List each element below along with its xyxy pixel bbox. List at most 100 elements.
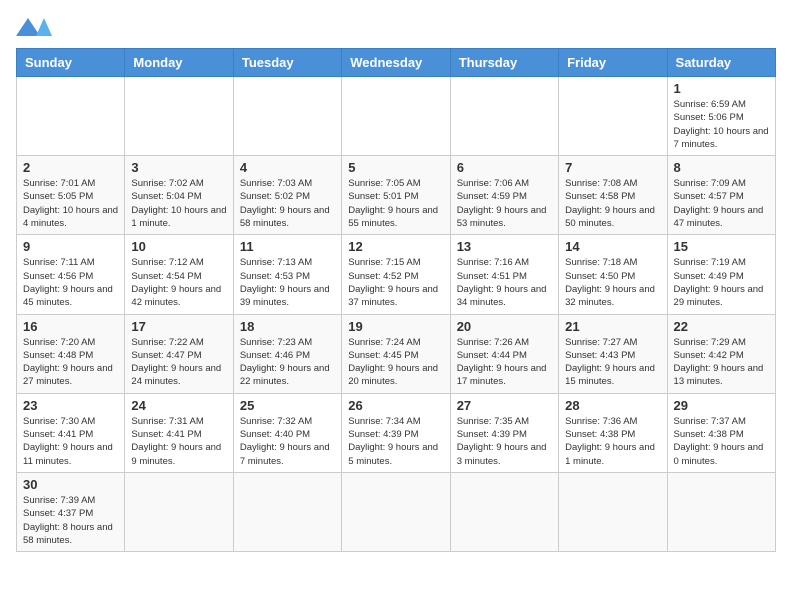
day-info: Sunrise: 7:13 AM Sunset: 4:53 PM Dayligh… <box>240 256 335 309</box>
day-number: 11 <box>240 239 335 254</box>
calendar-cell: 6 Sunrise: 7:06 AM Sunset: 4:59 PM Daylig… <box>450 156 558 235</box>
calendar-cell: 30 Sunrise: 7:39 AM Sunset: 4:37 PM Dayli… <box>17 472 125 551</box>
calendar-table: SundayMondayTuesdayWednesdayThursdayFrid… <box>16 48 776 552</box>
day-number: 15 <box>674 239 769 254</box>
day-info: Sunrise: 7:16 AM Sunset: 4:51 PM Dayligh… <box>457 256 552 309</box>
calendar-cell: 11 Sunrise: 7:13 AM Sunset: 4:53 PM Dayli… <box>233 235 341 314</box>
calendar-cell: 13Sunrise: 7:16 AM Sunset: 4:51 PM Dayli… <box>450 235 558 314</box>
day-number: 21 <box>565 319 660 334</box>
day-number: 23 <box>23 398 118 413</box>
day-info: Sunrise: 7:32 AM Sunset: 4:40 PM Dayligh… <box>240 415 335 468</box>
weekday-header-thursday: Thursday <box>450 49 558 77</box>
day-info: Sunrise: 7:39 AM Sunset: 4:37 PM Dayligh… <box>23 494 118 547</box>
day-number: 4 <box>240 160 335 175</box>
calendar-cell: 1 Sunrise: 6:59 AM Sunset: 5:06 PM Daylig… <box>667 77 775 156</box>
day-number: 3 <box>131 160 226 175</box>
day-info: Sunrise: 7:12 AM Sunset: 4:54 PM Dayligh… <box>131 256 226 309</box>
calendar-cell: 22 Sunrise: 7:29 AM Sunset: 4:42 PM Dayli… <box>667 314 775 393</box>
day-number: 27 <box>457 398 552 413</box>
day-info: Sunrise: 7:05 AM Sunset: 5:01 PM Dayligh… <box>348 177 443 230</box>
calendar-cell: 27 Sunrise: 7:35 AM Sunset: 4:39 PM Dayli… <box>450 393 558 472</box>
day-info: Sunrise: 7:23 AM Sunset: 4:46 PM Dayligh… <box>240 336 335 389</box>
calendar-cell <box>233 77 341 156</box>
calendar-cell <box>233 472 341 551</box>
calendar-cell: 19 Sunrise: 7:24 AM Sunset: 4:45 PM Dayli… <box>342 314 450 393</box>
calendar-cell <box>17 77 125 156</box>
calendar-week-3: 9 Sunrise: 7:11 AM Sunset: 4:56 PM Daylig… <box>17 235 776 314</box>
day-number: 17 <box>131 319 226 334</box>
calendar-cell <box>450 77 558 156</box>
day-info: Sunrise: 7:24 AM Sunset: 4:45 PM Dayligh… <box>348 336 443 389</box>
calendar-week-4: 16 Sunrise: 7:20 AM Sunset: 4:48 PM Dayli… <box>17 314 776 393</box>
day-info: Sunrise: 7:19 AM Sunset: 4:49 PM Dayligh… <box>674 256 769 309</box>
calendar-cell <box>667 472 775 551</box>
day-number: 19 <box>348 319 443 334</box>
day-info: Sunrise: 7:22 AM Sunset: 4:47 PM Dayligh… <box>131 336 226 389</box>
day-info: Sunrise: 7:06 AM Sunset: 4:59 PM Dayligh… <box>457 177 552 230</box>
day-number: 20 <box>457 319 552 334</box>
weekday-header-saturday: Saturday <box>667 49 775 77</box>
calendar-cell: 15 Sunrise: 7:19 AM Sunset: 4:49 PM Dayli… <box>667 235 775 314</box>
calendar-cell: 23 Sunrise: 7:30 AM Sunset: 4:41 PM Dayli… <box>17 393 125 472</box>
calendar-cell: 24Sunrise: 7:31 AM Sunset: 4:41 PM Dayli… <box>125 393 233 472</box>
calendar-week-2: 2 Sunrise: 7:01 AM Sunset: 5:05 PM Daylig… <box>17 156 776 235</box>
weekday-header-tuesday: Tuesday <box>233 49 341 77</box>
page-header <box>16 16 776 36</box>
calendar-cell <box>450 472 558 551</box>
day-info: Sunrise: 7:31 AM Sunset: 4:41 PM Dayligh… <box>131 415 226 468</box>
day-info: Sunrise: 7:02 AM Sunset: 5:04 PM Dayligh… <box>131 177 226 230</box>
calendar-cell: 14 Sunrise: 7:18 AM Sunset: 4:50 PM Dayli… <box>559 235 667 314</box>
calendar-cell: 4 Sunrise: 7:03 AM Sunset: 5:02 PM Daylig… <box>233 156 341 235</box>
weekday-header-wednesday: Wednesday <box>342 49 450 77</box>
calendar-cell: 5Sunrise: 7:05 AM Sunset: 5:01 PM Daylig… <box>342 156 450 235</box>
day-number: 10 <box>131 239 226 254</box>
day-number: 25 <box>240 398 335 413</box>
calendar-week-6: 30 Sunrise: 7:39 AM Sunset: 4:37 PM Dayli… <box>17 472 776 551</box>
calendar-cell: 28Sunrise: 7:36 AM Sunset: 4:38 PM Dayli… <box>559 393 667 472</box>
day-info: Sunrise: 7:18 AM Sunset: 4:50 PM Dayligh… <box>565 256 660 309</box>
calendar-cell <box>342 77 450 156</box>
calendar-cell: 18 Sunrise: 7:23 AM Sunset: 4:46 PM Dayli… <box>233 314 341 393</box>
weekday-header-monday: Monday <box>125 49 233 77</box>
day-info: Sunrise: 7:29 AM Sunset: 4:42 PM Dayligh… <box>674 336 769 389</box>
calendar-cell: 12Sunrise: 7:15 AM Sunset: 4:52 PM Dayli… <box>342 235 450 314</box>
calendar-cell: 20 Sunrise: 7:26 AM Sunset: 4:44 PM Dayli… <box>450 314 558 393</box>
day-number: 30 <box>23 477 118 492</box>
calendar-cell: 8Sunrise: 7:09 AM Sunset: 4:57 PM Daylig… <box>667 156 775 235</box>
day-number: 28 <box>565 398 660 413</box>
day-info: Sunrise: 7:20 AM Sunset: 4:48 PM Dayligh… <box>23 336 118 389</box>
day-info: Sunrise: 7:26 AM Sunset: 4:44 PM Dayligh… <box>457 336 552 389</box>
day-info: Sunrise: 7:35 AM Sunset: 4:39 PM Dayligh… <box>457 415 552 468</box>
day-number: 14 <box>565 239 660 254</box>
calendar-cell: 21Sunrise: 7:27 AM Sunset: 4:43 PM Dayli… <box>559 314 667 393</box>
calendar-cell: 29Sunrise: 7:37 AM Sunset: 4:38 PM Dayli… <box>667 393 775 472</box>
day-number: 22 <box>674 319 769 334</box>
day-number: 9 <box>23 239 118 254</box>
day-number: 16 <box>23 319 118 334</box>
day-info: Sunrise: 7:11 AM Sunset: 4:56 PM Dayligh… <box>23 256 118 309</box>
calendar-cell: 16 Sunrise: 7:20 AM Sunset: 4:48 PM Dayli… <box>17 314 125 393</box>
day-info: Sunrise: 7:30 AM Sunset: 4:41 PM Dayligh… <box>23 415 118 468</box>
day-number: 2 <box>23 160 118 175</box>
calendar-cell <box>559 472 667 551</box>
calendar-cell: 3 Sunrise: 7:02 AM Sunset: 5:04 PM Daylig… <box>125 156 233 235</box>
calendar-cell: 17 Sunrise: 7:22 AM Sunset: 4:47 PM Dayli… <box>125 314 233 393</box>
calendar-week-5: 23 Sunrise: 7:30 AM Sunset: 4:41 PM Dayli… <box>17 393 776 472</box>
calendar-cell: 10 Sunrise: 7:12 AM Sunset: 4:54 PM Dayli… <box>125 235 233 314</box>
weekday-header-friday: Friday <box>559 49 667 77</box>
day-number: 26 <box>348 398 443 413</box>
day-info: Sunrise: 7:09 AM Sunset: 4:57 PM Dayligh… <box>674 177 769 230</box>
calendar-cell: 9 Sunrise: 7:11 AM Sunset: 4:56 PM Daylig… <box>17 235 125 314</box>
day-info: Sunrise: 7:03 AM Sunset: 5:02 PM Dayligh… <box>240 177 335 230</box>
weekday-header-sunday: Sunday <box>17 49 125 77</box>
day-info: Sunrise: 7:37 AM Sunset: 4:38 PM Dayligh… <box>674 415 769 468</box>
calendar-cell <box>559 77 667 156</box>
day-info: Sunrise: 7:34 AM Sunset: 4:39 PM Dayligh… <box>348 415 443 468</box>
day-number: 1 <box>674 81 769 96</box>
day-number: 7 <box>565 160 660 175</box>
calendar-cell: 26 Sunrise: 7:34 AM Sunset: 4:39 PM Dayli… <box>342 393 450 472</box>
day-number: 18 <box>240 319 335 334</box>
day-number: 6 <box>457 160 552 175</box>
day-info: Sunrise: 6:59 AM Sunset: 5:06 PM Dayligh… <box>674 98 769 151</box>
day-info: Sunrise: 7:01 AM Sunset: 5:05 PM Dayligh… <box>23 177 118 230</box>
